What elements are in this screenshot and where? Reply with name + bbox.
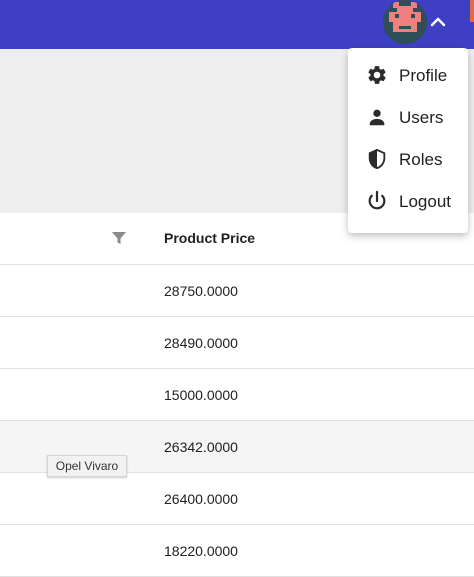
price-cell: 18220.0000 [164, 543, 238, 559]
chevron-up-icon[interactable] [429, 13, 447, 31]
power-icon [368, 190, 386, 210]
person-icon [369, 109, 385, 126]
gear-icon [368, 66, 386, 84]
filter-icon[interactable] [111, 230, 127, 246]
price-cell: 15000.0000 [164, 387, 238, 403]
menu-item-users[interactable]: Users [348, 97, 468, 139]
table-row[interactable]: 28750.0000 [0, 265, 474, 317]
user-dropdown-menu: Profile Users Roles Logout [348, 48, 468, 233]
menu-item-label: Profile [399, 66, 448, 85]
table-row[interactable]: 15000.0000 [0, 369, 474, 421]
price-cell: 26400.0000 [164, 491, 238, 507]
table-row[interactable]: 26400.0000 [0, 473, 474, 525]
app-bar [0, 0, 474, 49]
user-avatar[interactable] [383, 0, 427, 44]
price-cell: 26342.0000 [164, 439, 238, 455]
menu-item-roles[interactable]: Roles [348, 139, 468, 181]
column-header-product-price[interactable]: Product Price [164, 230, 255, 246]
menu-item-label: Logout [399, 192, 451, 211]
shield-icon [368, 148, 386, 170]
menu-item-label: Users [399, 108, 444, 127]
menu-item-label: Roles [399, 150, 443, 169]
table-row[interactable]: 18220.0000 [0, 525, 474, 577]
tooltip: Opel Vivaro [47, 455, 127, 477]
price-cell: 28490.0000 [164, 335, 238, 351]
menu-item-logout[interactable]: Logout [348, 181, 468, 223]
price-cell: 28750.0000 [164, 283, 238, 299]
topbar-edge-element [470, 0, 474, 22]
data-table: Product Price 28750.0000 28490.0000 1500… [0, 213, 474, 577]
table-row[interactable]: 28490.0000 [0, 317, 474, 369]
avatar-icon [383, 0, 427, 44]
menu-item-profile[interactable]: Profile [348, 55, 468, 97]
